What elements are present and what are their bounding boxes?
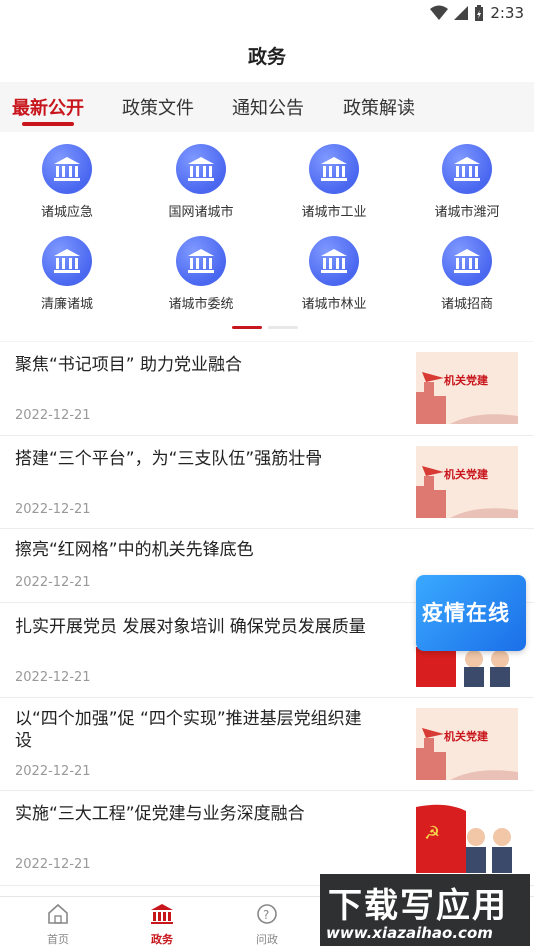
tab-latest[interactable]: 最新公开 (12, 94, 84, 120)
watermark-url: www.xiazaihao.com (326, 924, 493, 942)
government-building-icon (442, 144, 492, 194)
signal-icon (454, 6, 469, 20)
page-title: 政务 (247, 45, 286, 68)
news-date: 2022-12-21 (15, 857, 91, 872)
banner-text: 疫情在线 (422, 601, 510, 625)
tabbar-government[interactable]: 政务 (122, 903, 202, 947)
news-date: 2022-12-21 (15, 575, 91, 590)
news-thumbnail: 机关党建 (416, 446, 518, 518)
news-title-line2: 设 (15, 731, 32, 751)
tabbar-home[interactable]: 首页 (18, 903, 98, 947)
grid-item-weihe[interactable]: 诸城市潍河 (400, 144, 534, 220)
watermark-logo-text: 下载写应用 (328, 886, 508, 926)
grid-item-united-front[interactable]: 诸城市委统 (134, 236, 268, 312)
news-title: 以“四个加强”促 “四个实现”推进基层党组织建 (15, 709, 362, 729)
department-grid: 诸城应急 国网诸城市 诸城市工业 诸城市潍河 清廉诸城 诸城市委统 诸城市林业 … (0, 132, 534, 342)
news-title: 聚焦“书记项目” 助力党业融合 (15, 355, 243, 375)
grid-item-clean-zhucheng[interactable]: 清廉诸城 (0, 236, 134, 312)
government-building-icon (42, 144, 92, 194)
news-title: 实施“三大工程”促党建与业务深度融合 (15, 804, 305, 824)
government-building-icon (309, 144, 359, 194)
tabbar-label: 首页 (47, 933, 69, 946)
government-building-icon (176, 144, 226, 194)
news-thumbnail: ☭ (416, 801, 518, 873)
news-thumbnail: 机关党建 (416, 708, 518, 780)
page-header: 政务 (0, 28, 534, 82)
saluting-officers-illustration (416, 647, 510, 687)
grid-item-label: 诸城市林业 (301, 297, 367, 312)
grid-page-indicator (232, 326, 298, 329)
thumbnail-caption: 机关党建 (444, 468, 488, 481)
tab-bar: 最新公开 政策文件 通知公告 政策解读 (0, 82, 534, 132)
home-icon (48, 903, 68, 924)
thumbnail-caption: 机关党建 (444, 730, 488, 743)
grid-item-label: 清廉诸城 (40, 297, 93, 312)
question-icon: ? (257, 904, 277, 924)
government-building-icon (176, 236, 226, 286)
thumbnail-caption: 机关党建 (444, 374, 488, 387)
site-watermark: 下载写应用 www.xiazaihao.com (320, 874, 530, 946)
news-item[interactable]: 聚焦“书记项目” 助力党业融合 2022-12-21 机关党建 (0, 342, 534, 436)
news-thumbnail: 机关党建 (416, 352, 518, 424)
tab-notices[interactable]: 通知公告 (232, 94, 304, 120)
status-bar: 2:33 (0, 0, 534, 28)
svg-text:?: ? (263, 908, 269, 922)
epidemic-online-banner[interactable]: 疫情在线 (416, 575, 526, 651)
grid-item-investment[interactable]: 诸城招商 (400, 236, 534, 312)
page-dot (268, 326, 298, 329)
grid-item-label: 国网诸城市 (168, 205, 234, 220)
battery-icon (475, 5, 484, 21)
wifi-icon (430, 5, 449, 20)
tab-policy-interpretation[interactable]: 政策解读 (343, 94, 415, 120)
news-date: 2022-12-21 (15, 502, 91, 517)
news-item[interactable]: 实施“三大工程”促党建与业务深度融合 2022-12-21 ☭ (0, 791, 534, 886)
grid-item-state-grid[interactable]: 国网诸城市 (134, 144, 268, 220)
grid-item-label: 诸城市工业 (301, 205, 367, 220)
news-item[interactable]: 以“四个加强”促 “四个实现”推进基层党组织建 设 2022-12-21 机关党… (0, 698, 534, 791)
news-date: 2022-12-21 (15, 670, 91, 685)
tab-policy-docs[interactable]: 政策文件 (122, 94, 194, 120)
news-title: 擦亮“红网格”中的机关先锋底色 (15, 540, 254, 560)
tabbar-label: 政务 (151, 933, 173, 946)
tabbar-inquiry[interactable]: ? 问政 (227, 903, 307, 947)
news-date: 2022-12-21 (15, 764, 91, 779)
active-tab-indicator (22, 122, 74, 126)
news-title: 扎实开展党员 发展对象培训 确保党员发展质量 (15, 617, 366, 637)
news-date: 2022-12-21 (15, 408, 91, 423)
news-item[interactable]: 搭建“三个平台”，为“三支队伍”强筋壮骨 2022-12-21 机关党建 (0, 436, 534, 529)
news-title: 搭建“三个平台”，为“三支队伍”强筋壮骨 (15, 449, 323, 469)
grid-item-label: 诸城招商 (440, 297, 493, 312)
party-building-illustration (416, 352, 518, 424)
party-building-illustration (416, 708, 518, 780)
grid-item-industry[interactable]: 诸城市工业 (267, 144, 401, 220)
grid-item-zhucheng-emergency[interactable]: 诸城应急 (0, 144, 134, 220)
government-building-icon (442, 236, 492, 286)
government-building-icon (309, 236, 359, 286)
news-thumbnail (416, 647, 518, 687)
grid-item-forestry[interactable]: 诸城市林业 (267, 236, 401, 312)
party-building-illustration (416, 446, 518, 518)
page-dot-active (232, 326, 262, 329)
grid-item-label: 诸城市潍河 (434, 205, 500, 220)
tabbar-label: 问政 (256, 933, 278, 946)
party-flag-illustration: ☭ (416, 804, 512, 873)
svg-text:☭: ☭ (424, 823, 440, 844)
grid-item-label: 诸城市委统 (168, 297, 234, 312)
grid-item-label: 诸城应急 (40, 205, 93, 220)
status-time: 2:33 (490, 4, 524, 22)
government-building-icon (42, 236, 92, 286)
government-icon (151, 904, 173, 924)
